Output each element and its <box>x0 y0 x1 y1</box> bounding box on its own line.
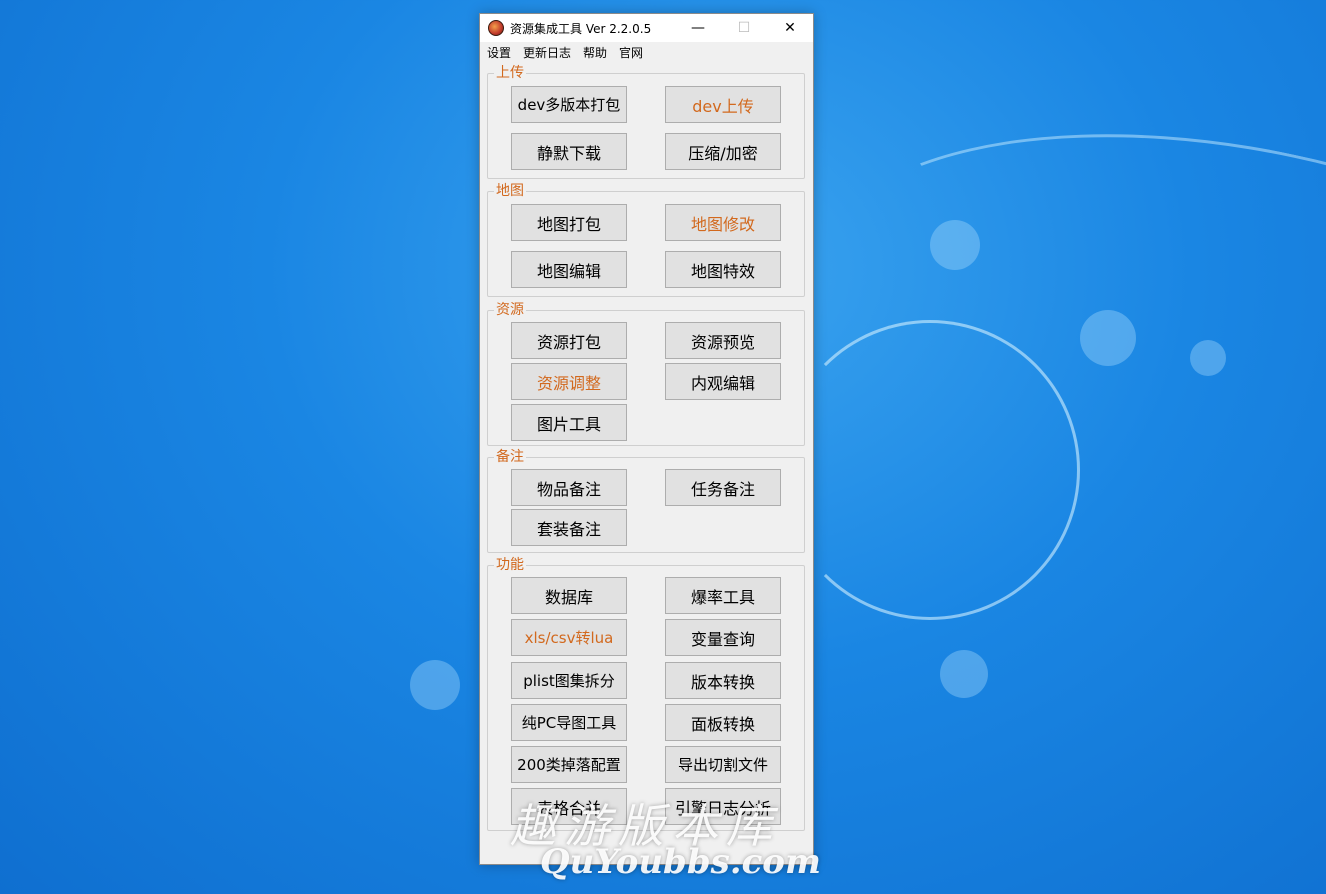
map-effects-button[interactable]: 地图特效 <box>665 251 781 288</box>
resource-pack-button[interactable]: 资源打包 <box>511 322 627 359</box>
desktop-bokeh <box>940 650 988 698</box>
pc-map-export-tool-button[interactable]: 纯PC导图工具 <box>511 704 627 741</box>
task-notes-button[interactable]: 任务备注 <box>665 469 781 506</box>
group-notes: 备注 物品备注 任务备注 套装备注 <box>487 448 805 553</box>
app-logo-icon <box>488 20 504 36</box>
group-label-function: 功能 <box>494 556 526 574</box>
group-resource: 资源 资源打包 资源预览 资源调整 内观编辑 图片工具 <box>487 301 805 446</box>
map-pack-button[interactable]: 地图打包 <box>511 204 627 241</box>
watermark-english: QuYoubbs.com <box>540 842 821 882</box>
desktop-bokeh <box>1080 310 1136 366</box>
database-button[interactable]: 数据库 <box>511 577 627 614</box>
maximize-button[interactable]: ☐ <box>721 14 767 42</box>
group-map: 地图 地图打包 地图修改 地图编辑 地图特效 <box>487 182 805 297</box>
watermark: 趣游版本库 QuYoubbs.com <box>500 790 840 885</box>
variable-query-button[interactable]: 变量查询 <box>665 619 781 656</box>
group-upload: 上传 dev多版本打包 dev上传 静默下载 压缩/加密 <box>487 64 805 179</box>
compress-encrypt-button[interactable]: 压缩/加密 <box>665 133 781 170</box>
map-edit-button[interactable]: 地图编辑 <box>511 251 627 288</box>
item-notes-button[interactable]: 物品备注 <box>511 469 627 506</box>
desktop-bokeh <box>410 660 460 710</box>
menu-changelog[interactable]: 更新日志 <box>520 44 574 61</box>
desktop-swirl-loop <box>780 320 1080 620</box>
xls-csv-to-lua-button[interactable]: xls/csv转lua <box>511 619 627 656</box>
desktop-bokeh <box>930 220 980 270</box>
set-notes-button[interactable]: 套装备注 <box>511 509 627 546</box>
menu-settings[interactable]: 设置 <box>484 44 514 61</box>
menu-bar: 设置 更新日志 帮助 官网 <box>480 42 813 62</box>
desktop-bokeh <box>1190 340 1226 376</box>
resource-preview-button[interactable]: 资源预览 <box>665 322 781 359</box>
drop-config-200-button[interactable]: 200类掉落配置 <box>511 746 627 783</box>
drop-rate-tool-button[interactable]: 爆率工具 <box>665 577 781 614</box>
version-convert-button[interactable]: 版本转换 <box>665 662 781 699</box>
silent-download-button[interactable]: 静默下载 <box>511 133 627 170</box>
group-label-notes: 备注 <box>494 448 526 466</box>
app-window: 资源集成工具 Ver 2.2.0.5 — ☐ ✕ 设置 更新日志 帮助 官网 上… <box>479 13 814 865</box>
group-label-map: 地图 <box>494 182 526 200</box>
menu-help[interactable]: 帮助 <box>580 44 610 61</box>
menu-website[interactable]: 官网 <box>616 44 646 61</box>
dev-multi-version-pack-button[interactable]: dev多版本打包 <box>511 86 627 123</box>
group-label-resource: 资源 <box>494 301 526 319</box>
title-bar[interactable]: 资源集成工具 Ver 2.2.0.5 — ☐ ✕ <box>480 14 813 42</box>
image-tools-button[interactable]: 图片工具 <box>511 404 627 441</box>
minimize-button[interactable]: — <box>675 14 721 42</box>
group-label-upload: 上传 <box>494 64 526 82</box>
map-modify-button[interactable]: 地图修改 <box>665 204 781 241</box>
close-button[interactable]: ✕ <box>767 14 813 42</box>
resource-adjust-button[interactable]: 资源调整 <box>511 363 627 400</box>
window-title: 资源集成工具 Ver 2.2.0.5 <box>510 21 652 36</box>
panel-convert-button[interactable]: 面板转换 <box>665 704 781 741</box>
export-cut-files-button[interactable]: 导出切割文件 <box>665 746 781 783</box>
plist-atlas-split-button[interactable]: plist图集拆分 <box>511 662 627 699</box>
inner-view-edit-button[interactable]: 内观编辑 <box>665 363 781 400</box>
dev-upload-button[interactable]: dev上传 <box>665 86 781 123</box>
